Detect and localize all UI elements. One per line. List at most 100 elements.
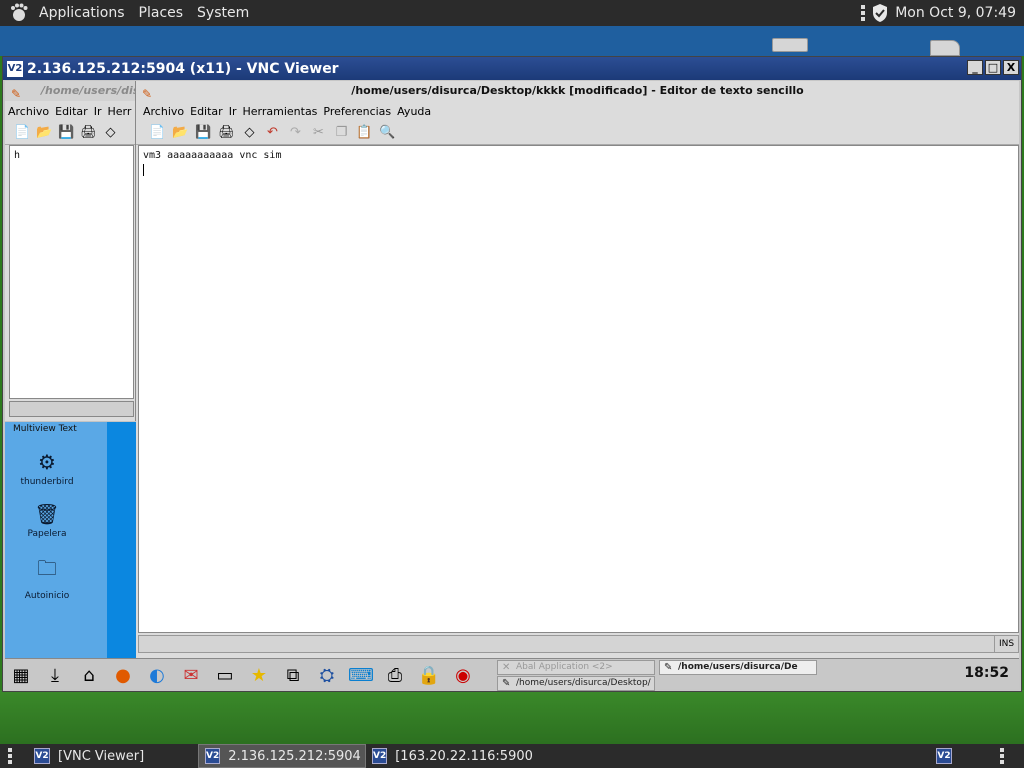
folder-icon: 🗀 xyxy=(37,556,57,580)
save-icon[interactable]: 💾 xyxy=(194,123,213,142)
new-file-icon[interactable]: 📄 xyxy=(148,123,167,142)
help-icon[interactable]: ⛭ xyxy=(313,661,341,689)
globe-icon[interactable]: ◐ xyxy=(143,661,171,689)
multiview-strip xyxy=(107,422,136,658)
menu-ir[interactable]: Ir xyxy=(91,105,105,118)
home-icon[interactable]: ⌂ xyxy=(75,661,103,689)
horizontal-scrollbar[interactable] xyxy=(9,401,134,417)
vnc-logo-icon: V2 xyxy=(936,748,952,764)
keyboard-icon[interactable]: ⌨ xyxy=(347,661,375,689)
desktop-icon-autoinicio[interactable]: 🗀 Autoinicio xyxy=(7,554,87,601)
find-icon[interactable]: 🔍 xyxy=(378,123,397,142)
main-editor-window[interactable]: ✎ /home/users/disurca/Desktop/kkkk [modi… xyxy=(136,81,1019,658)
vnc-logo-icon: V2 xyxy=(7,60,23,77)
menu-archivo[interactable]: Archivo xyxy=(140,105,187,118)
panel-handle-icon xyxy=(1000,744,1020,768)
minimize-button[interactable]: _ xyxy=(967,60,983,75)
redo-icon[interactable]: ↷ xyxy=(286,123,305,142)
desktop-wallpaper-top xyxy=(0,26,1024,56)
main-editor-titlebar[interactable]: ✎ /home/users/disurca/Desktop/kkkk [modi… xyxy=(136,81,1019,101)
desktop-icon-label: thunderbird xyxy=(20,477,74,487)
lock-icon[interactable]: 🔒 xyxy=(415,661,443,689)
task-editor-active[interactable]: ✎ /home/users/disurca/De xyxy=(659,660,817,675)
taskbar-item-vnc-viewer[interactable]: V2 [VNC Viewer] xyxy=(28,744,196,768)
star-icon[interactable]: ★ xyxy=(245,661,273,689)
open-file-icon[interactable]: 📂 xyxy=(171,123,190,142)
menu-herramientas[interactable]: Herr xyxy=(104,105,134,118)
pencil-icon: ✎ xyxy=(664,662,673,673)
shield-icon[interactable] xyxy=(871,3,889,23)
save-icon[interactable]: 💾 xyxy=(57,123,76,142)
cut-icon[interactable]: ✂ xyxy=(309,123,328,142)
desktop-drive-icon[interactable] xyxy=(772,38,808,52)
desktop-icon-label: Papelera xyxy=(27,529,67,539)
menu-archivo[interactable]: Archivo xyxy=(5,105,52,118)
task-label: Abal Application <2> xyxy=(516,662,613,672)
paste-icon[interactable]: 📋 xyxy=(355,123,374,142)
thunderbird-icon: ⚙ xyxy=(38,450,56,474)
gnome-foot-icon[interactable] xyxy=(8,2,30,24)
app-icon: ✕ xyxy=(502,662,511,673)
pencil-icon: ✎ xyxy=(502,678,511,689)
desktop-icon-papelera[interactable]: 🗑 Papelera xyxy=(7,502,87,539)
background-editor-text[interactable]: h xyxy=(9,145,134,399)
document-text-line: vm3 aaaaaaaaaaa vnc sim xyxy=(143,150,282,161)
trash-icon: 🗑 xyxy=(34,502,60,526)
search-globe-icon[interactable]: ◉ xyxy=(449,661,477,689)
editor-statusbar: INS xyxy=(138,635,1019,653)
main-editor-title: /home/users/disurca/Desktop/kkkk [modifi… xyxy=(351,84,804,97)
background-editor-titlebar[interactable]: ✎ /home/users/disu xyxy=(5,81,135,101)
taskbar-item-label: [VNC Viewer] xyxy=(58,748,145,764)
clear-icon[interactable]: ◇ xyxy=(101,123,120,142)
mail-icon[interactable]: ✉ xyxy=(177,661,205,689)
main-editor-text-area[interactable]: vm3 aaaaaaaaaaa vnc sim xyxy=(138,145,1019,633)
remote-clock[interactable]: 18:52 xyxy=(964,665,1009,681)
start-menu-icon[interactable]: ▦ xyxy=(7,661,35,689)
desktop-folder-icon[interactable] xyxy=(930,40,960,56)
print-icon[interactable]: 🖨 xyxy=(79,123,98,142)
text-caret xyxy=(143,164,144,176)
desktop-wallpaper-bottom xyxy=(0,690,1024,744)
menu-ir[interactable]: Ir xyxy=(226,105,240,118)
menu-herramientas[interactable]: Herramientas xyxy=(239,105,320,118)
taskbar-item-vnc-session-1[interactable]: V2 2.136.125.212:5904 (… xyxy=(198,744,366,768)
applications-menu[interactable]: Applications xyxy=(34,5,134,21)
desktop-icon-thunderbird[interactable]: ⚙ thunderbird xyxy=(7,450,87,487)
top-panel-clock[interactable]: Mon Oct 9, 07:49 xyxy=(889,5,1024,21)
task-editor-desktop[interactable]: ✎ /home/users/disurca/Desktop/ xyxy=(497,676,655,691)
places-menu[interactable]: Places xyxy=(134,5,193,21)
taskbar-item-vnc-session-2[interactable]: V2 [163.20.22.116:5900 … xyxy=(366,744,534,768)
terminal-icon[interactable]: ▭ xyxy=(211,661,239,689)
remote-taskbar: ▦ ⤓ ⌂ ● ◐ ✉ ▭ ★ ⧉ ⛭ ⌨ ⎙ 🔒 ◉ ✕ Abal Appli… xyxy=(5,658,1019,691)
undo-icon[interactable]: ↶ xyxy=(263,123,282,142)
open-file-icon[interactable]: 📂 xyxy=(35,123,54,142)
print-icon[interactable]: 🖨 xyxy=(217,123,236,142)
multiview-panel: Multiview Text ⚙ thunderbird 🗑 Papelera … xyxy=(5,422,136,658)
vnc-window-title: 2.136.125.212:5904 (x11) - VNC Viewer xyxy=(27,60,339,77)
system-menu[interactable]: System xyxy=(192,5,258,21)
menu-preferencias[interactable]: Preferencias xyxy=(320,105,394,118)
task-abal-application[interactable]: ✕ Abal Application <2> xyxy=(497,660,655,675)
desktop-icon-label: Autoinicio xyxy=(24,591,70,601)
clear-icon[interactable]: ◇ xyxy=(240,123,259,142)
vnc-titlebar[interactable]: V2 2.136.125.212:5904 (x11) - VNC Viewer… xyxy=(3,57,1021,80)
new-file-icon[interactable]: 📄 xyxy=(13,123,32,142)
printer-icon[interactable]: ⎙ xyxy=(381,661,409,689)
panel-handle-icon xyxy=(0,744,20,768)
menu-editar[interactable]: Editar xyxy=(187,105,226,118)
network-icon[interactable]: ⧉ xyxy=(279,661,307,689)
menu-ayuda[interactable]: Ayuda xyxy=(394,105,434,118)
multiview-title: Multiview Text xyxy=(13,424,77,434)
tray-vnc-icon[interactable]: V2 xyxy=(930,744,960,768)
maximize-button[interactable]: □ xyxy=(985,60,1001,75)
copy-icon[interactable]: ❐ xyxy=(332,123,351,142)
insert-mode-indicator: INS xyxy=(994,636,1018,652)
remote-desktop[interactable]: ✎ /home/users/disu Archivo Editar Ir Her… xyxy=(5,81,1019,691)
firefox-icon[interactable]: ● xyxy=(109,661,137,689)
close-button[interactable]: X xyxy=(1003,60,1019,75)
main-editor-toolbar: 📄 📂 💾 🖨 ◇ ↶ ↷ ✂ ❐ 📋 🔍 xyxy=(136,121,1019,145)
background-editor-window[interactable]: ✎ /home/users/disu Archivo Editar Ir Her… xyxy=(5,81,136,421)
menu-editar[interactable]: Editar xyxy=(52,105,91,118)
download-icon[interactable]: ⤓ xyxy=(41,661,69,689)
task-label: /home/users/disurca/Desktop/ xyxy=(516,678,651,688)
